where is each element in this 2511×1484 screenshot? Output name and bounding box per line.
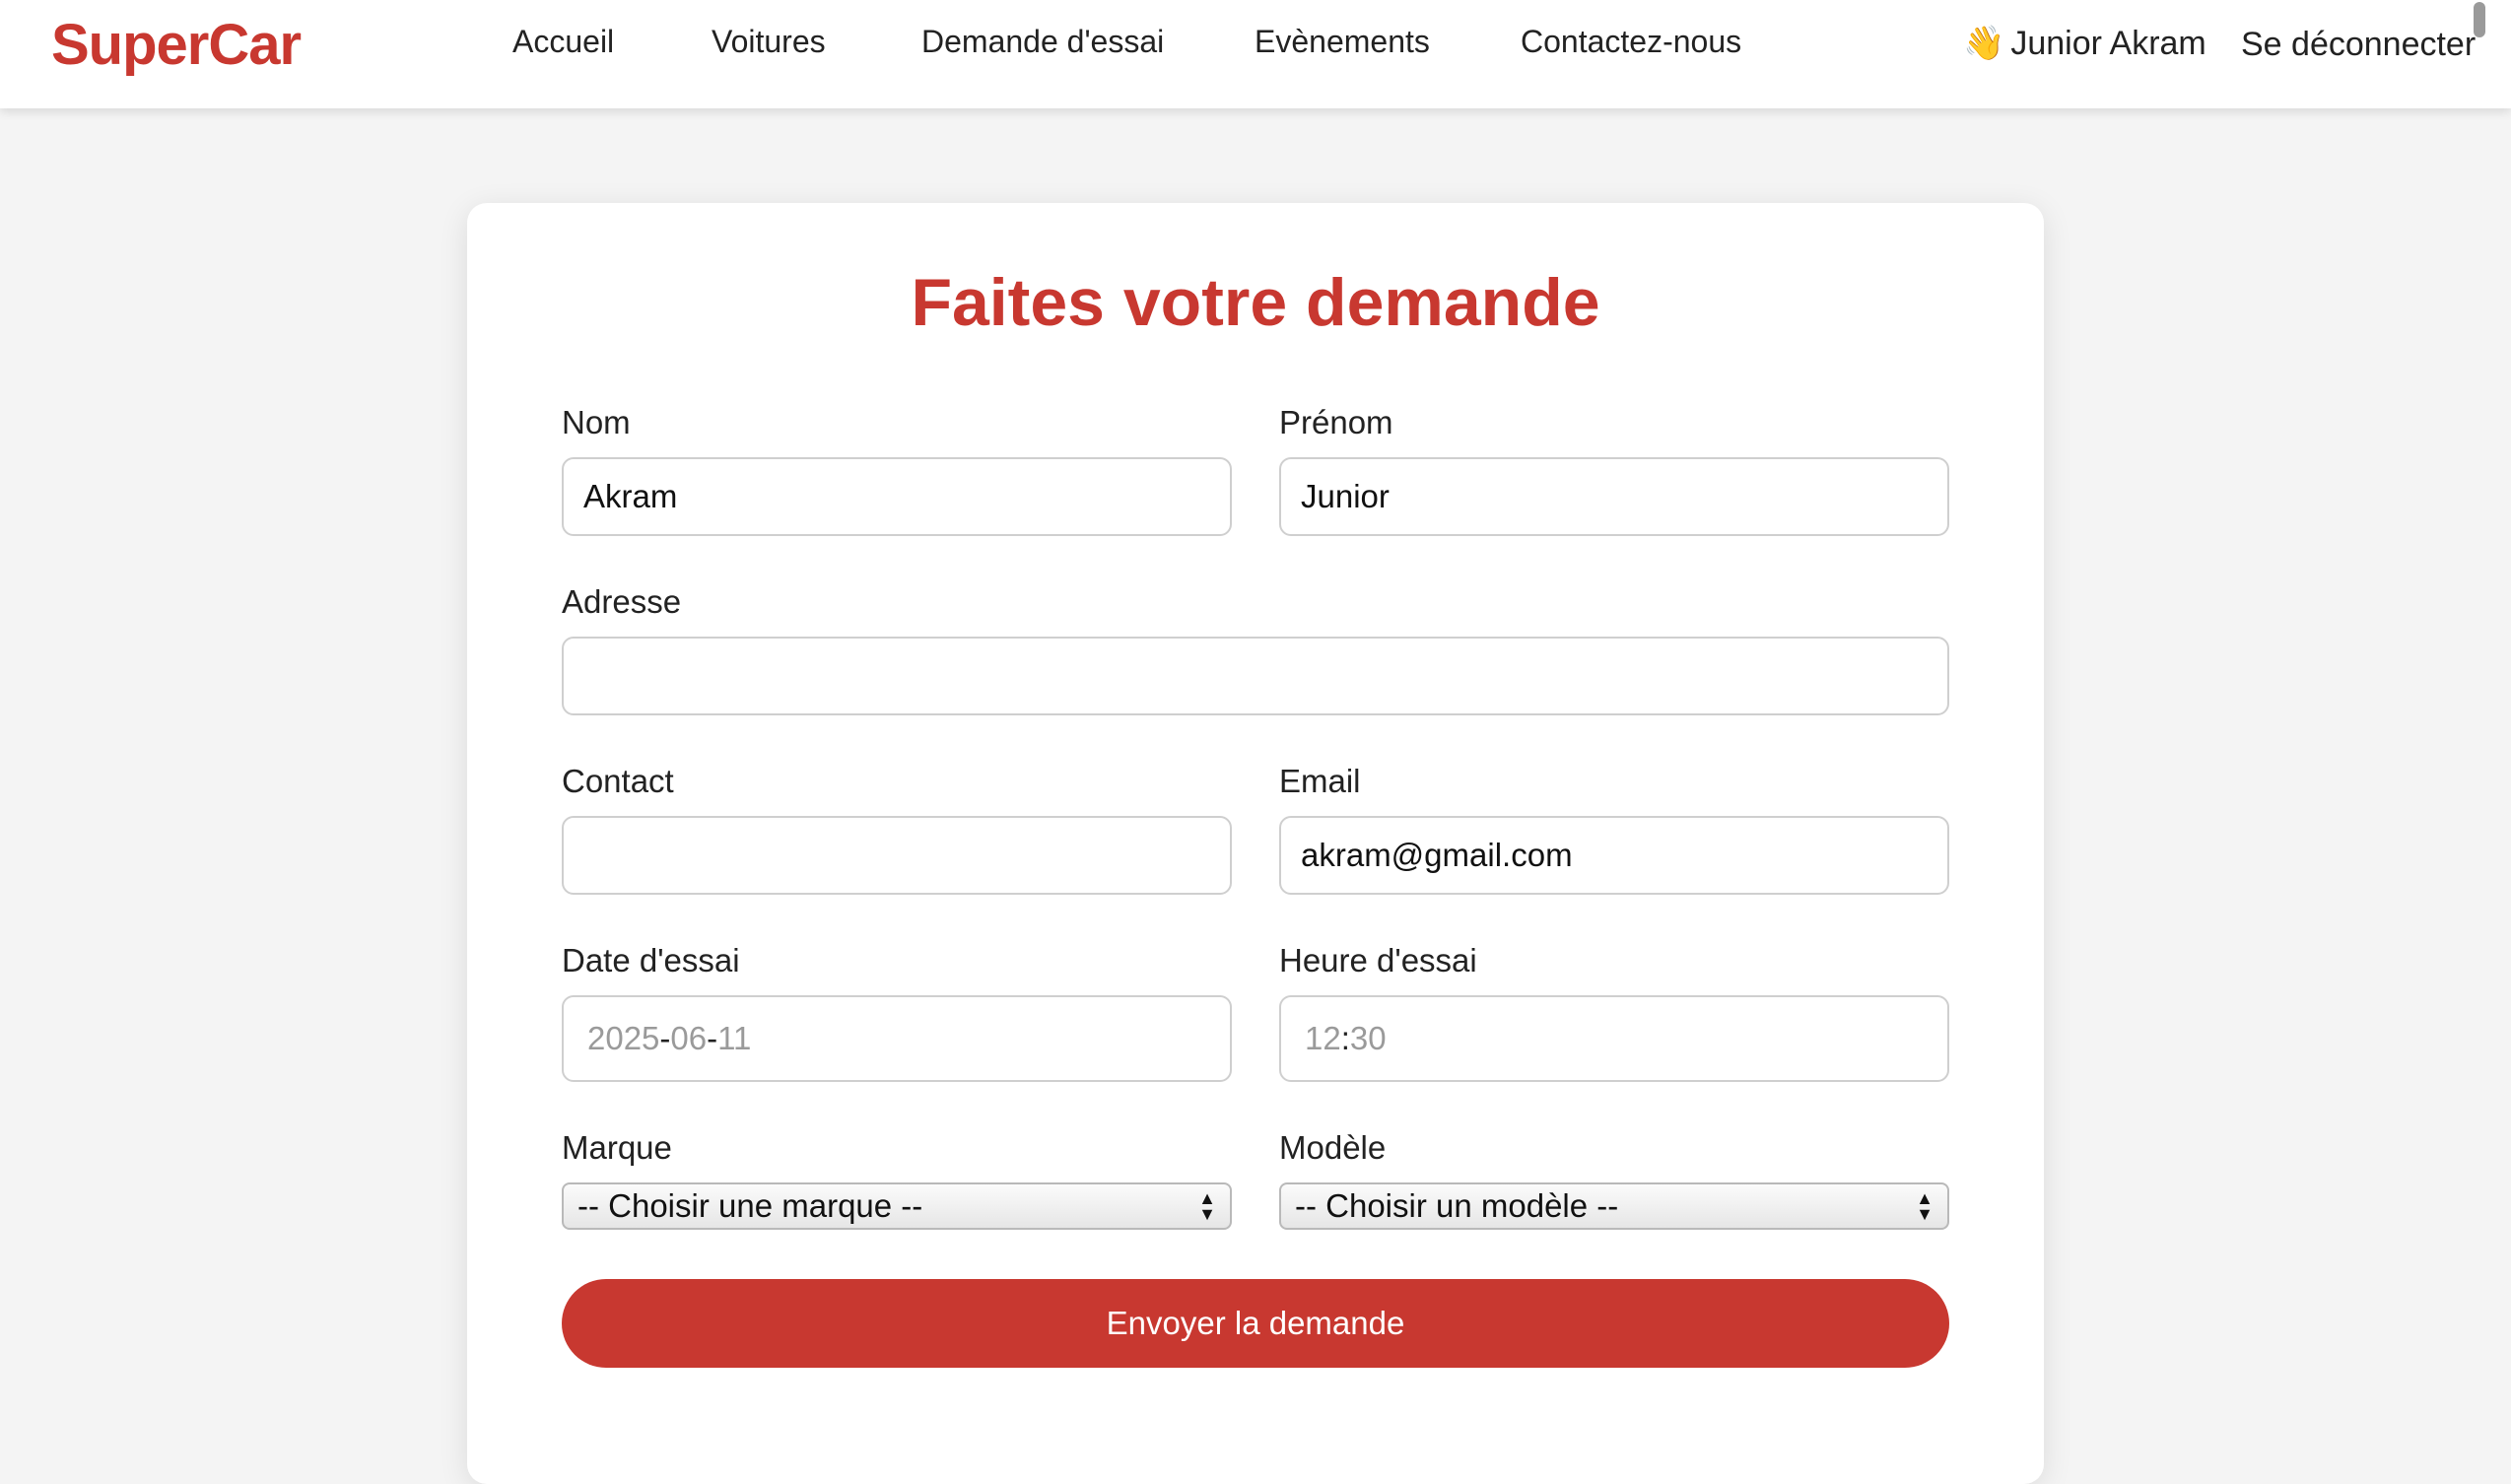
date-input[interactable]: 2025-06-11 <box>562 995 1232 1082</box>
user-greeting: 👋 Junior Akram <box>1963 24 2206 63</box>
nav-link-accueil[interactable]: Accueil <box>512 24 614 60</box>
heure-label: Heure d'essai <box>1279 942 1477 978</box>
modele-select[interactable]: -- Choisir un modèle -- ▲ ▼ <box>1279 1182 1949 1230</box>
nom-input[interactable]: Akram <box>562 457 1232 536</box>
contact-label: Contact <box>562 763 674 799</box>
marque-label: Marque <box>562 1129 672 1166</box>
time-hour: 12 <box>1305 1020 1341 1056</box>
time-separator: : <box>1340 1020 1350 1056</box>
select-arrows-icon: ▲ ▼ <box>1916 1188 1934 1224</box>
select-arrows-icon: ▲ ▼ <box>1198 1188 1216 1224</box>
contact-input[interactable] <box>562 816 1232 895</box>
date-separator: - <box>707 1020 718 1056</box>
date-label: Date d'essai <box>562 942 740 978</box>
top-navbar: SuperCar Accueil Voitures Demande d'essa… <box>0 0 2511 108</box>
prenom-input[interactable]: Junior <box>1279 457 1949 536</box>
nav-link-evenements[interactable]: Evènements <box>1255 24 1430 60</box>
date-year: 2025 <box>587 1020 660 1056</box>
user-name: Junior Akram <box>2010 25 2206 62</box>
waving-hand-icon: 👋 <box>1963 25 2005 62</box>
nav-link-contact[interactable]: Contactez-nous <box>1521 24 1741 60</box>
time-minute: 30 <box>1349 1020 1387 1056</box>
date-separator: - <box>659 1020 671 1056</box>
adresse-input[interactable] <box>562 637 1949 715</box>
heure-input[interactable]: 12:30 <box>1279 995 1949 1082</box>
request-form-card: Faites votre demande Nom Akram Prénom Ju… <box>467 203 2044 1484</box>
date-month: 06 <box>670 1020 708 1056</box>
email-label: Email <box>1279 763 1361 799</box>
marque-selected: -- Choisir une marque -- <box>577 1187 923 1224</box>
form-title: Faites votre demande <box>911 265 1600 340</box>
date-day: 11 <box>717 1020 752 1056</box>
email-input[interactable]: akram@gmail.com <box>1279 816 1949 895</box>
nav-link-voitures[interactable]: Voitures <box>712 24 826 60</box>
submit-button[interactable]: Envoyer la demande <box>562 1279 1949 1368</box>
adresse-label: Adresse <box>562 583 682 620</box>
nom-label: Nom <box>562 404 631 440</box>
prenom-label: Prénom <box>1279 404 1393 440</box>
modele-selected: -- Choisir un modèle -- <box>1295 1187 1619 1224</box>
scrollbar-thumb[interactable] <box>2474 2 2485 37</box>
nav-link-demande-essai[interactable]: Demande d'essai <box>921 24 1164 60</box>
modele-label: Modèle <box>1279 1129 1387 1166</box>
logo[interactable]: SuperCar <box>51 12 302 78</box>
logout-link[interactable]: Se déconnecter <box>2241 26 2476 64</box>
marque-select[interactable]: -- Choisir une marque -- ▲ ▼ <box>562 1182 1232 1230</box>
